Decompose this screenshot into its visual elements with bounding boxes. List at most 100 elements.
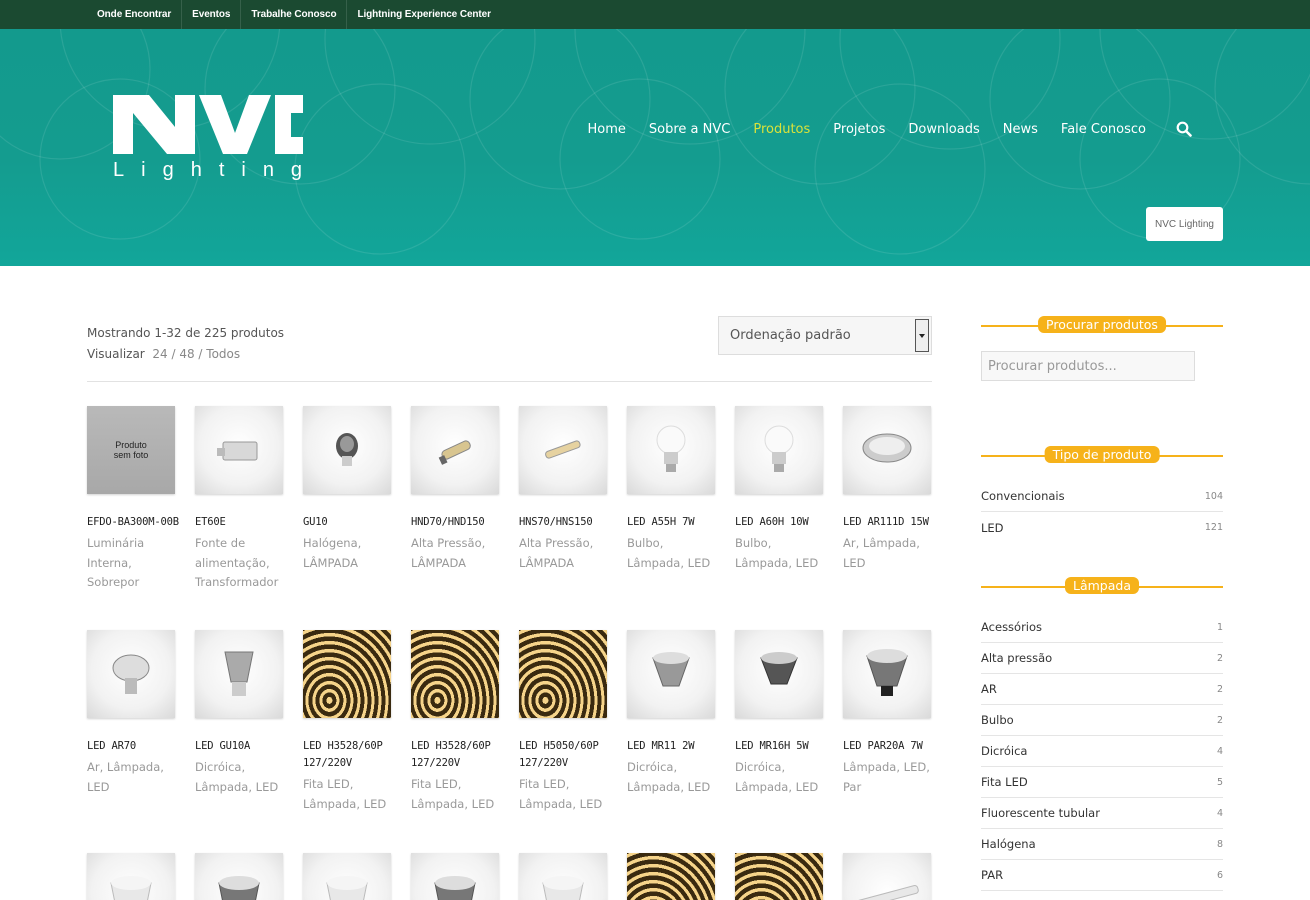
product-name[interactable]: LED H3528/60P 127/220V — [303, 738, 395, 772]
product-card[interactable]: HND70/HND150 Alta Pressão, LÂMPADA — [411, 406, 503, 573]
product-image[interactable] — [195, 630, 283, 718]
product-name[interactable]: LED MR11 2W — [627, 738, 719, 755]
product-name[interactable]: LED AR70 — [87, 738, 179, 755]
product-card[interactable] — [735, 853, 827, 900]
product-categories[interactable]: Halógena, LÂMPADA — [303, 534, 395, 573]
product-card[interactable]: LED GU10A Dicróica, Lâmpada, LED — [195, 630, 287, 797]
product-name[interactable]: LED AR111D 15W — [843, 514, 935, 531]
list-item[interactable]: Alta pressão 2 — [981, 643, 1223, 674]
sort-select[interactable]: Ordenação padrão — [718, 316, 932, 355]
product-categories[interactable]: Fita LED, Lâmpada, LED — [411, 775, 503, 814]
nav-fale-conosco[interactable]: Fale Conosco — [1061, 122, 1146, 138]
nav-downloads[interactable]: Downloads — [908, 122, 979, 138]
product-name[interactable]: LED GU10A — [195, 738, 287, 755]
product-categories[interactable]: Dicróica, Lâmpada, LED — [627, 758, 719, 797]
product-name[interactable]: LED H5050/60P 127/220V — [519, 738, 611, 772]
nav-news[interactable]: News — [1003, 122, 1038, 138]
product-image[interactable] — [735, 406, 823, 494]
product-image[interactable] — [195, 406, 283, 494]
product-image[interactable] — [411, 853, 499, 900]
product-name[interactable]: LED PAR20A 7W — [843, 738, 935, 755]
nav-sobre[interactable]: Sobre a NVC — [649, 122, 730, 138]
product-image[interactable] — [627, 406, 715, 494]
product-categories[interactable]: Dicróica, Lâmpada, LED — [195, 758, 287, 797]
product-card[interactable]: LED AR111D 15W Ar, Lâmpada, LED — [843, 406, 935, 573]
list-item[interactable]: Fita LED 5 — [981, 767, 1223, 798]
product-card[interactable]: HNS70/HNS150 Alta Pressão, LÂMPADA — [519, 406, 611, 573]
product-image[interactable] — [87, 853, 175, 900]
product-image[interactable] — [411, 406, 499, 494]
product-categories[interactable]: Ar, Lâmpada, LED — [843, 534, 935, 573]
product-categories[interactable]: Lâmpada, LED, Par — [843, 758, 935, 797]
product-card[interactable]: LED A55H 7W Bulbo, Lâmpada, LED — [627, 406, 719, 573]
product-categories[interactable]: Alta Pressão, LÂMPADA — [519, 534, 611, 573]
product-name[interactable]: LED H3528/60P 127/220V — [411, 738, 503, 772]
product-card[interactable] — [303, 853, 395, 900]
product-name[interactable]: LED A55H 7W — [627, 514, 719, 531]
product-image[interactable] — [303, 853, 391, 900]
product-categories[interactable]: Fita LED, Lâmpada, LED — [303, 775, 395, 814]
list-item[interactable]: LED 121 — [981, 512, 1223, 543]
product-name[interactable]: LED A60H 10W — [735, 514, 827, 531]
top-link-trabalhe-conosco[interactable]: Trabalhe Conosco — [241, 0, 348, 29]
product-card[interactable]: LED PAR20A 7W Lâmpada, LED, Par — [843, 630, 935, 797]
product-card[interactable] — [87, 853, 179, 900]
product-card[interactable]: GU10 Halógena, LÂMPADA — [303, 406, 395, 573]
top-link-eventos[interactable]: Eventos — [182, 0, 242, 29]
product-card[interactable] — [411, 853, 503, 900]
product-image[interactable] — [411, 630, 499, 718]
product-image[interactable] — [735, 853, 823, 900]
list-item[interactable]: Halógena 8 — [981, 829, 1223, 860]
product-categories[interactable]: Bulbo, Lâmpada, LED — [627, 534, 719, 573]
product-image[interactable] — [519, 853, 607, 900]
product-card[interactable]: LED H5050/60P 127/220V Fita LED, Lâmpada,… — [519, 630, 611, 814]
top-link-experience-center[interactable]: Lightning Experience Center — [347, 0, 500, 29]
product-name[interactable]: HNS70/HNS150 — [519, 514, 611, 531]
product-categories[interactable]: Fonte de alimentação, Transformador — [195, 534, 287, 593]
product-card[interactable]: LED H3528/60P 127/220V Fita LED, Lâmpada,… — [411, 630, 503, 814]
nav-produtos[interactable]: Produtos — [753, 122, 810, 138]
product-search-input[interactable]: Procurar produtos... — [981, 351, 1195, 381]
product-card[interactable]: LED A60H 10W Bulbo, Lâmpada, LED — [735, 406, 827, 573]
product-categories[interactable]: Ar, Lâmpada, LED — [87, 758, 179, 797]
product-image[interactable] — [735, 630, 823, 718]
top-link-onde-encontrar[interactable]: Onde Encontrar — [87, 0, 183, 29]
view-options-link[interactable]: 24 / 48 / Todos — [152, 347, 240, 361]
product-card[interactable]: LED H3528/60P 127/220V Fita LED, Lâmpada,… — [303, 630, 395, 814]
product-name[interactable]: LED MR16H 5W — [735, 738, 827, 755]
product-image[interactable] — [195, 853, 283, 900]
product-categories[interactable]: Alta Pressão, LÂMPADA — [411, 534, 503, 573]
product-name[interactable]: GU10 — [303, 514, 395, 531]
product-name[interactable]: HND70/HND150 — [411, 514, 503, 531]
product-categories[interactable]: Luminária Interna, Sobrepor — [87, 534, 179, 593]
list-item[interactable]: Bulbo 2 — [981, 705, 1223, 736]
product-categories[interactable]: Bulbo, Lâmpada, LED — [735, 534, 827, 573]
product-image[interactable] — [87, 630, 175, 718]
nav-home[interactable]: Home — [588, 122, 626, 138]
list-item[interactable]: Fluorescente tubular 4 — [981, 798, 1223, 829]
product-image[interactable] — [843, 853, 931, 900]
product-name[interactable]: EFDO-BA300M-00B — [87, 514, 179, 531]
list-item[interactable]: Dicróica 4 — [981, 736, 1223, 767]
product-image[interactable] — [303, 406, 391, 494]
product-name[interactable]: ET60E — [195, 514, 287, 531]
search-icon[interactable] — [1176, 121, 1192, 137]
product-card[interactable]: LED MR11 2W Dicróica, Lâmpada, LED — [627, 630, 719, 797]
product-card[interactable]: ET60E Fonte de alimentação, Transformador — [195, 406, 287, 593]
product-card[interactable] — [195, 853, 287, 900]
product-image[interactable] — [627, 853, 715, 900]
product-categories[interactable]: Fita LED, Lâmpada, LED — [519, 775, 611, 814]
product-card[interactable]: LED AR70 Ar, Lâmpada, LED — [87, 630, 179, 797]
list-item[interactable]: PAR 6 — [981, 860, 1223, 891]
product-image[interactable] — [843, 630, 931, 718]
product-card[interactable] — [627, 853, 719, 900]
product-image[interactable] — [519, 630, 607, 718]
product-image[interactable] — [303, 630, 391, 718]
product-image[interactable] — [843, 406, 931, 494]
product-categories[interactable]: Dicróica, Lâmpada, LED — [735, 758, 827, 797]
product-image[interactable] — [627, 630, 715, 718]
nav-projetos[interactable]: Projetos — [833, 122, 885, 138]
list-item[interactable]: Convencionais 104 — [981, 481, 1223, 512]
product-image[interactable]: Produto sem foto — [87, 406, 175, 494]
product-card[interactable] — [843, 853, 935, 900]
